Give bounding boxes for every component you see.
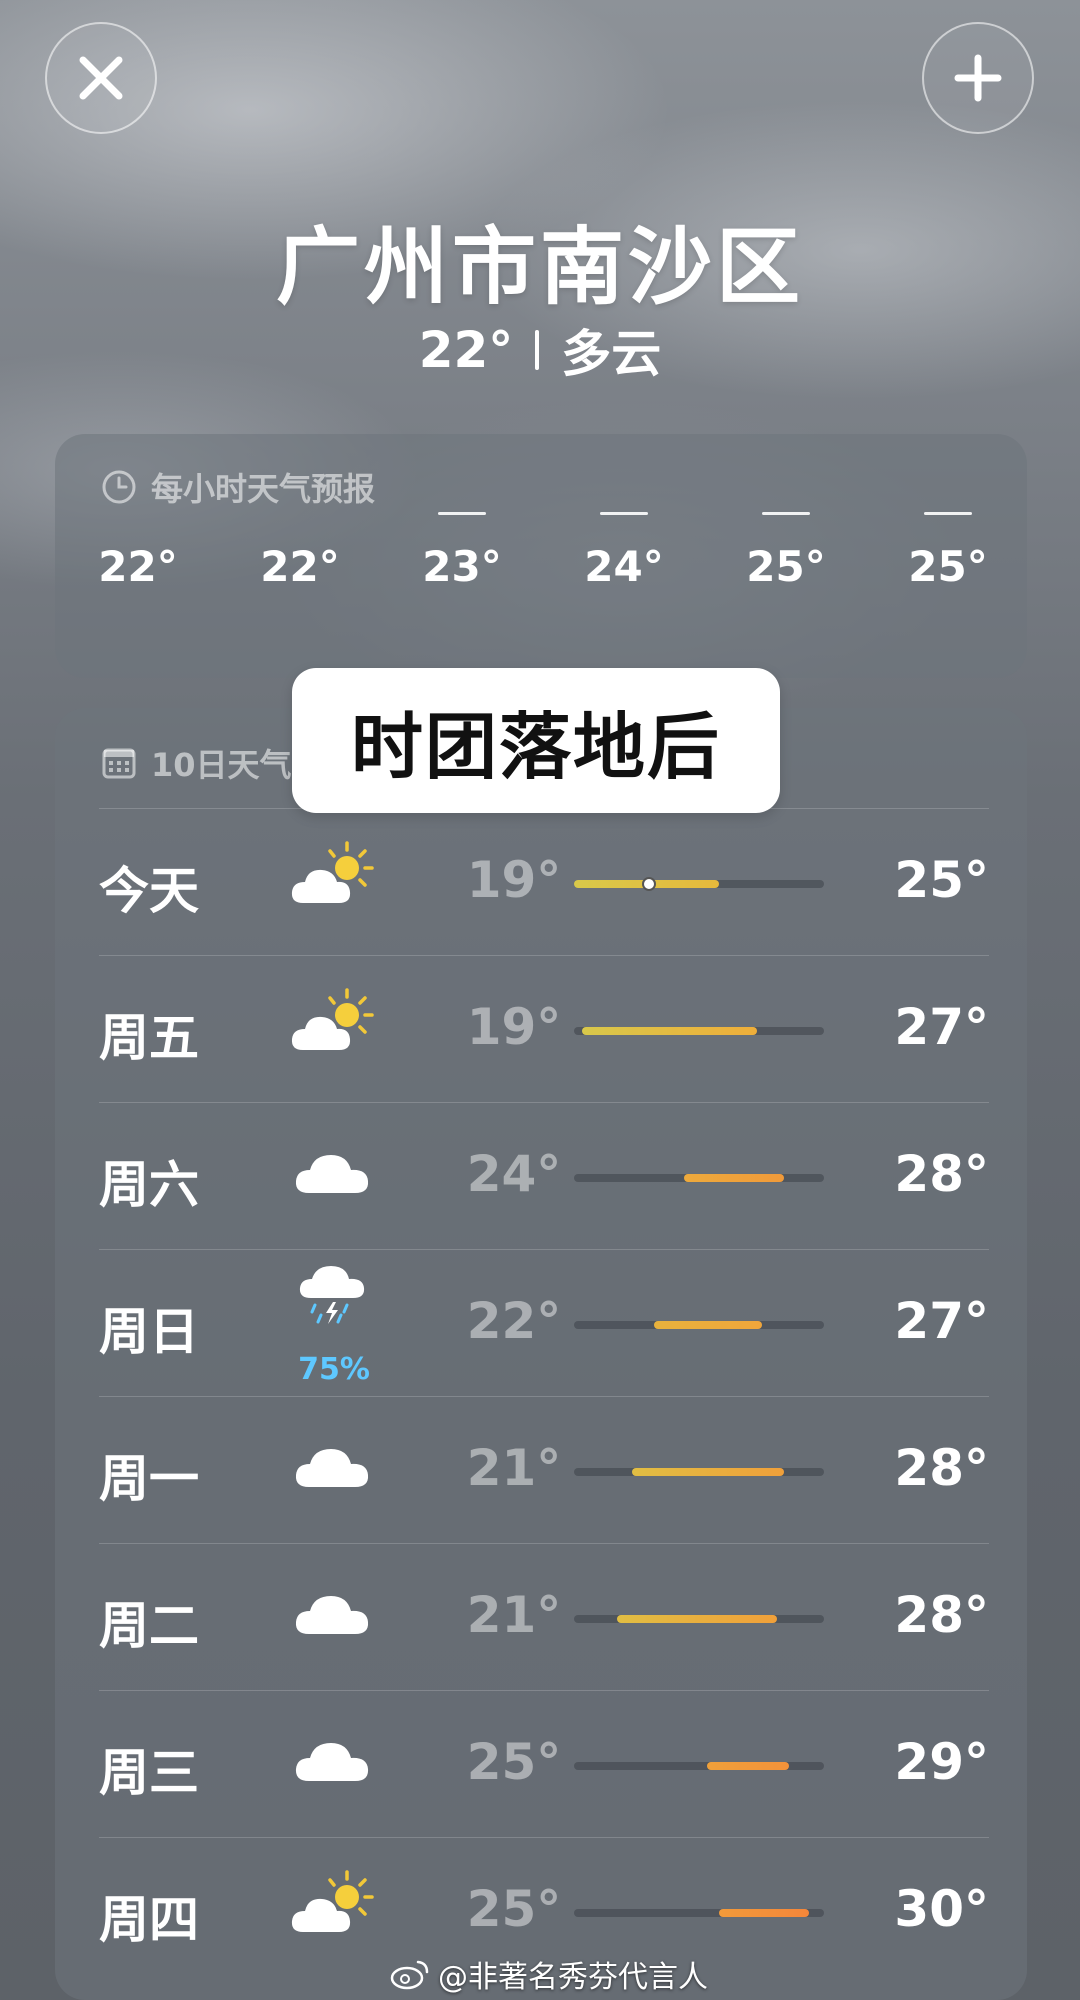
temp-range-bar	[706, 1762, 789, 1770]
watermark-text: @非著名秀芬代言人	[438, 1960, 708, 1995]
hourly-forecast-card[interactable]: 每小时天气预报 22° 22° 23° 24° 25° 25°	[55, 434, 1027, 678]
day-label: 周二	[99, 1597, 199, 1655]
partly-cloudy-sun-icon	[289, 1868, 379, 1940]
close-button[interactable]	[45, 22, 157, 134]
hourly-temp: 22°	[98, 542, 178, 591]
plus-icon	[954, 54, 1002, 102]
hourly-temp: 24°	[584, 542, 664, 591]
day-label: 周六	[99, 1156, 199, 1214]
day-label: 周三	[99, 1744, 199, 1802]
temp-range-track	[574, 1468, 824, 1476]
temp-range-bar	[631, 1468, 784, 1476]
daily-title: 10日天气	[151, 746, 292, 784]
calendar-icon	[102, 748, 136, 779]
watermark: @非著名秀芬代言人	[390, 1952, 708, 1996]
daily-row[interactable]: 周日 75% 22° 27°	[99, 1249, 989, 1397]
hourly-temp: 22°	[260, 542, 340, 591]
low-temp: 19°	[466, 998, 562, 1056]
temp-range-bar	[684, 1174, 784, 1182]
precipitation-chance: 75%	[298, 1352, 370, 1387]
low-temp: 19°	[466, 851, 562, 909]
hourly-placeholder	[438, 512, 486, 515]
clock-icon	[102, 470, 136, 504]
high-temp: 25°	[894, 851, 989, 909]
hourly-placeholder	[762, 512, 810, 515]
temp-range-track	[574, 1174, 824, 1182]
cloud-icon	[289, 1574, 379, 1646]
high-temp: 29°	[894, 1733, 989, 1791]
summary-divider	[535, 330, 540, 370]
daily-row[interactable]: 周二 21° 28°	[99, 1543, 989, 1691]
temp-range-bar	[719, 1909, 809, 1917]
daily-row[interactable]: 周六 24° 28°	[99, 1102, 989, 1250]
day-label: 周五	[99, 1009, 199, 1067]
partly-cloudy-sun-icon	[289, 839, 379, 911]
low-temp: 25°	[466, 1733, 562, 1791]
close-icon	[79, 56, 123, 100]
hourly-temp: 25°	[746, 542, 826, 591]
high-temp: 28°	[894, 1586, 989, 1644]
low-temp: 22°	[466, 1292, 562, 1350]
hourly-placeholder	[600, 512, 648, 515]
hourly-item: 24°	[564, 504, 684, 664]
temp-range-bar	[581, 1027, 757, 1035]
add-button[interactable]	[922, 22, 1034, 134]
ten-day-forecast-card[interactable]: 10日天气 今天 19° 25° 周五 19° 27° 周六 24° 28° 周日 75% 22° 27…	[55, 708, 1027, 2000]
low-temp: 21°	[466, 1586, 562, 1644]
overlay-caption: 时团落地后	[292, 668, 780, 813]
temp-range-track	[574, 1321, 824, 1329]
hourly-item: 22°	[240, 504, 360, 664]
current-temp-marker	[642, 877, 656, 891]
hourly-temp: 23°	[422, 542, 502, 591]
thunder-rain-icon	[289, 1258, 379, 1330]
day-label: 周四	[99, 1891, 199, 1949]
day-label: 周一	[99, 1450, 199, 1508]
temp-range-track	[574, 1909, 824, 1917]
hourly-item: 23°	[402, 504, 522, 664]
hourly-item: 25°	[726, 504, 846, 664]
high-temp: 30°	[894, 1880, 989, 1938]
day-label: 周日	[99, 1303, 199, 1361]
daily-row[interactable]: 今天 19° 25°	[99, 808, 989, 956]
partly-cloudy-sun-icon	[289, 986, 379, 1058]
cloud-icon	[289, 1427, 379, 1499]
day-label: 今天	[99, 862, 199, 920]
temp-range-track	[574, 1027, 824, 1035]
current-summary: 22° 多云	[0, 314, 1080, 386]
daily-row[interactable]: 周五 19° 27°	[99, 955, 989, 1103]
high-temp: 28°	[894, 1145, 989, 1203]
low-temp: 21°	[466, 1439, 562, 1497]
cloud-icon	[289, 1133, 379, 1205]
high-temp: 27°	[894, 998, 989, 1056]
hourly-item: 25°	[888, 504, 1008, 664]
high-temp: 28°	[894, 1439, 989, 1497]
hourly-list: 22° 22° 23° 24° 25° 25°	[55, 504, 1027, 664]
hourly-item: 22°	[78, 504, 198, 664]
city-name: 广州市南沙区	[275, 218, 804, 316]
temp-range-bar	[654, 1321, 762, 1329]
daily-row[interactable]: 周一 21° 28°	[99, 1396, 989, 1544]
temp-range-track	[574, 877, 824, 891]
daily-header: 10日天气	[101, 740, 292, 786]
high-temp: 27°	[894, 1292, 989, 1350]
low-temp: 25°	[466, 1880, 562, 1938]
hourly-placeholder	[924, 512, 972, 515]
weibo-icon	[390, 1960, 429, 1990]
daily-row[interactable]: 周三 25° 29°	[99, 1690, 989, 1838]
temp-range-track	[574, 1762, 824, 1770]
temp-range-track	[574, 1615, 824, 1623]
current-temperature: 22°	[418, 321, 514, 379]
cloud-icon	[289, 1721, 379, 1793]
temp-range-bar	[616, 1615, 777, 1623]
current-condition: 多云	[561, 325, 662, 383]
low-temp: 24°	[466, 1145, 562, 1203]
hourly-temp: 25°	[908, 542, 988, 591]
